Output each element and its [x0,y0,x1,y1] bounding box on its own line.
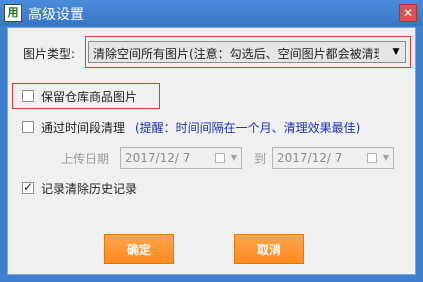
calendar-icon[interactable] [367,153,377,163]
cancel-button[interactable]: 取消 [234,234,304,264]
dialog-content: 图片类型: 清除空间所有图片(注意：勾选后、空间图片都会被清理 ▼ 保留仓库商品… [7,27,416,275]
clear-by-period-checkbox[interactable] [22,121,34,133]
dialog-window: 用 高级设置 ✕ 图片类型: 清除空间所有图片(注意：勾选后、空间图片都会被清理… [0,0,423,282]
keep-warehouse-checkbox[interactable] [22,90,34,102]
date-to-field[interactable]: 2017/12/ 7 ▼ [272,147,394,169]
record-history-label[interactable]: 记录清除历史记录 [41,180,137,197]
date-to-value: 2017/12/ 7 [277,151,343,165]
date-from-field[interactable]: 2017/12/ 7 ▼ [120,147,242,169]
image-type-selected-value: 清除空间所有图片(注意：勾选后、空间图片都会被清理 [93,47,379,61]
chevron-down-icon[interactable]: ▼ [231,151,237,165]
date-to-label: 到 [254,152,267,166]
calendar-icon[interactable] [215,153,225,163]
period-hint-text: (提醒：时间间隔在一个月、清理效果最佳) [135,121,361,135]
confirm-button[interactable]: 确定 [104,234,174,264]
keep-warehouse-label[interactable]: 保留仓库商品图片 [41,88,137,105]
record-history-checkbox[interactable] [22,180,34,194]
dropdown-arrow-icon[interactable]: ▼ [391,45,401,59]
close-button[interactable]: ✕ [399,4,417,22]
dialog-title: 高级设置 [28,7,84,23]
date-from-value: 2017/12/ 7 [125,151,191,165]
upload-date-label: 上传日期 [61,152,110,166]
image-type-select[interactable]: 清除空间所有图片(注意：勾选后、空间图片都会被清理 ▼ [88,41,406,63]
title-bar[interactable]: 用 高级设置 ✕ [0,0,423,26]
image-type-label: 图片类型: [23,47,76,61]
chevron-down-icon[interactable]: ▼ [383,151,389,165]
app-logo-icon: 用 [4,4,22,22]
clear-by-period-label[interactable]: 通过时间段清理 [41,119,125,136]
